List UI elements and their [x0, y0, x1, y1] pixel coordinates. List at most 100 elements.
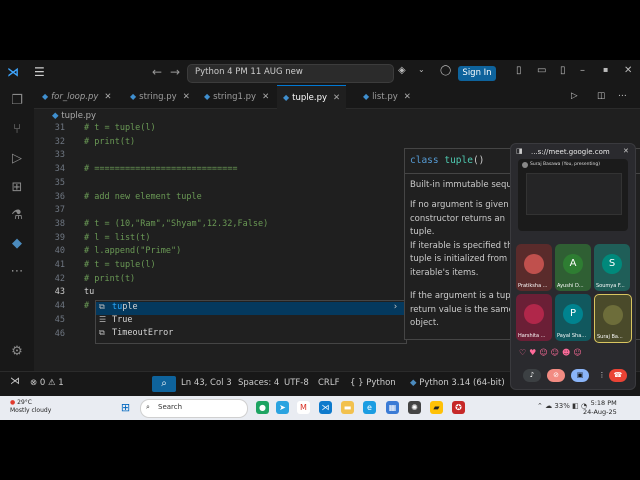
split-editor-icon[interactable]: ◫ — [591, 85, 611, 108]
avatar — [524, 254, 544, 274]
indentation[interactable]: Spaces: 4 — [238, 378, 279, 388]
copilot-icon[interactable]: ◈ — [398, 65, 406, 76]
class-icon: ⧉ — [99, 302, 105, 311]
python-file-icon: ◆ — [42, 92, 49, 101]
weather-icon: ● — [10, 399, 16, 406]
store-icon[interactable]: ▦ — [386, 401, 399, 414]
suggestion-item[interactable]: ☰ True — [96, 315, 406, 328]
back-arrow-icon[interactable]: ← — [152, 65, 162, 79]
telegram-icon[interactable]: ➤ — [276, 401, 289, 414]
keyword-icon: ☰ — [99, 315, 107, 324]
avatar — [524, 304, 544, 324]
end-call-icon[interactable]: ☎ — [609, 369, 627, 382]
avatar: S — [602, 254, 622, 274]
source-control-icon[interactable]: ⑂ — [8, 121, 26, 139]
remote-icon[interactable]: ⋊ — [10, 376, 20, 387]
system-tray[interactable]: ⌃ ☁ 33% ◧ ◔ — [537, 402, 587, 410]
windows-start-icon[interactable]: ⊞ — [119, 401, 132, 414]
close-tab-icon[interactable]: ✕ — [262, 92, 269, 102]
taskbar-search[interactable]: ⌕ Search — [140, 399, 248, 418]
cursor-position[interactable]: Ln 43, Col 3 — [181, 378, 232, 388]
meet-logo-icon: ◨ — [516, 147, 523, 155]
avatar — [522, 162, 528, 168]
run-icon[interactable]: ▷ — [565, 85, 584, 108]
python-interpreter[interactable]: ◆ Python 3.14 (64-bit) — [410, 378, 505, 388]
close-tab-icon[interactable]: ✕ — [104, 92, 111, 102]
settings-gear-icon[interactable]: ⚙ — [8, 343, 26, 361]
chrome-icon[interactable]: ● — [256, 401, 269, 414]
command-center-label: Python 4 PM 11 AUG new — [195, 67, 303, 77]
tab-for-loop[interactable]: ◆ for_loop.py ✕ — [36, 85, 118, 108]
close-tab-icon[interactable]: ✕ — [404, 92, 411, 102]
tab-tuple[interactable]: ◆ tuple.py ✕ — [277, 85, 347, 109]
meet-floating-window[interactable]: ◨ ...s://meet.google.com ✕ Suraj Basawa … — [510, 143, 636, 390]
tab-list[interactable]: ◆ list.py ✕ — [357, 85, 417, 108]
screen-thumbnail — [526, 173, 622, 215]
vscode-icon[interactable]: ⋊ — [319, 401, 332, 414]
presenter-label: Suraj Basawa (You, presenting) — [530, 162, 601, 167]
activity-bar: ❐ ⑂ ▷ ⊞ ⚗ ◆ ⋯ ⚙ — [0, 85, 34, 371]
run-debug-icon[interactable]: ▷ — [8, 150, 26, 168]
avatar: A — [563, 254, 583, 274]
shared-screen-preview: Suraj Basawa (You, presenting) — [518, 159, 628, 231]
microphone-icon[interactable]: ♪ — [523, 369, 541, 382]
suggestion-item[interactable]: ⧉ TimeoutError — [96, 328, 406, 341]
meet-url: ...s://meet.google.com — [531, 148, 610, 156]
command-center[interactable]: Python 4 PM 11 AUG new — [187, 64, 394, 83]
close-tab-icon[interactable]: ✕ — [183, 92, 190, 102]
close-icon[interactable]: ✕ — [623, 147, 629, 155]
explorer-icon[interactable]: ❐ — [8, 92, 26, 110]
weather-widget[interactable]: ● 29°C Mostly cloudy — [10, 399, 51, 415]
participant-tile[interactable]: Suraj Ba... — [594, 294, 632, 343]
participant-tile[interactable]: Pratiksha ... — [516, 244, 552, 291]
present-screen-icon[interactable]: ▣ — [571, 369, 589, 382]
participant-tile[interactable]: Harshita ... — [516, 294, 552, 341]
gmail-icon[interactable]: M — [297, 401, 310, 414]
zoom-icon[interactable]: ⌕ — [152, 376, 176, 392]
signature: class tuple() — [410, 155, 485, 166]
camera-off-icon[interactable]: ⊘ — [547, 369, 565, 382]
minimize-icon[interactable]: – — [580, 65, 585, 76]
python-file-icon: ◆ — [283, 93, 290, 102]
encoding[interactable]: UTF-8 — [284, 378, 309, 388]
suggestion-item[interactable]: ⧉ tuple › — [96, 302, 406, 315]
edge-icon[interactable]: e — [363, 401, 376, 414]
maximize-icon[interactable]: ▪ — [603, 65, 608, 74]
forward-arrow-icon[interactable]: → — [170, 65, 180, 79]
language-mode[interactable]: { } Python — [350, 378, 396, 388]
line-ending[interactable]: CRLF — [318, 378, 339, 388]
toggle-sidebar-icon[interactable]: ▯ — [516, 65, 522, 76]
reactions-bar[interactable]: ♡♥☺☺☻☺ — [519, 348, 585, 357]
problems-indicator[interactable]: ⊗ 0 ⚠ 1 — [30, 378, 64, 388]
more-icon[interactable]: ⋯ — [8, 263, 26, 281]
toggle-aux-bar-icon[interactable]: ▯ — [560, 65, 566, 76]
tab-string1[interactable]: ◆ string1.py ✕ — [198, 85, 275, 108]
folder-icon[interactable]: ▰ — [430, 401, 443, 414]
title-bar: ⋊ ☰ ← → Python 4 PM 11 AUG new ◈ ⌄ ◯ Sig… — [0, 60, 640, 85]
participant-tile[interactable]: A Ayushi D... — [555, 244, 591, 291]
python-icon[interactable]: ◆ — [8, 235, 26, 253]
avatar: P — [563, 304, 583, 324]
code-line: 31 # t = tuple(l) — [54, 123, 156, 133]
breadcrumb[interactable]: ◆ tuple.py — [52, 111, 96, 121]
menu-icon[interactable]: ☰ — [34, 65, 45, 79]
close-icon[interactable]: ✕ — [624, 65, 632, 76]
participant-tile[interactable]: P Payal Sha... — [555, 294, 591, 341]
class-icon: ⧉ — [99, 328, 105, 337]
extensions-icon[interactable]: ⊞ — [8, 179, 26, 197]
tab-string[interactable]: ◆ string.py ✕ — [124, 85, 196, 108]
chevron-right-icon[interactable]: › — [393, 302, 398, 312]
sign-in-button[interactable]: Sign In — [458, 66, 496, 81]
chevron-down-icon[interactable]: ⌄ — [418, 65, 425, 74]
chatgpt-icon[interactable]: ✺ — [408, 401, 421, 414]
file-explorer-icon[interactable]: ▬ — [341, 401, 354, 414]
windows-taskbar: ● 29°C Mostly cloudy ⊞ ⌕ Search ● ➤ M ⋊ ▬… — [0, 396, 640, 420]
accounts-icon[interactable]: ◯ — [440, 65, 451, 76]
more-actions-icon[interactable]: ⋯ — [612, 85, 633, 108]
app-icon[interactable]: ✪ — [452, 401, 465, 414]
close-tab-icon[interactable]: ✕ — [333, 93, 340, 103]
clock[interactable]: 5:18 PM 24-Aug-25 — [583, 399, 617, 417]
participant-tile[interactable]: S Soumya F... — [594, 244, 630, 291]
testing-icon[interactable]: ⚗ — [8, 207, 26, 225]
toggle-panel-icon[interactable]: ▭ — [537, 65, 546, 76]
